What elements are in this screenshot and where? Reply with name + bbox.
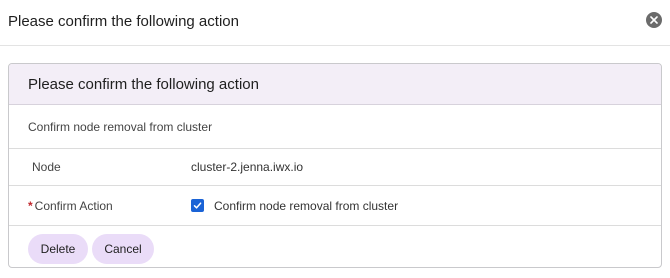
dialog-header: Please confirm the following action bbox=[0, 0, 670, 46]
close-icon bbox=[650, 16, 658, 24]
confirm-checkbox[interactable] bbox=[191, 199, 204, 212]
confirm-panel: Please confirm the following action Conf… bbox=[8, 63, 662, 268]
check-icon bbox=[193, 202, 202, 209]
confirm-action-row: * Confirm Action Confirm node removal fro… bbox=[9, 186, 661, 226]
delete-button[interactable]: Delete bbox=[28, 234, 88, 264]
cancel-button[interactable]: Cancel bbox=[92, 234, 154, 264]
confirm-action-label: * Confirm Action bbox=[28, 199, 113, 213]
panel-footer: Delete Cancel bbox=[9, 226, 661, 267]
panel-description: Confirm node removal from cluster bbox=[9, 105, 661, 149]
panel-title: Please confirm the following action bbox=[28, 76, 259, 93]
node-value: cluster-2.jenna.iwx.io bbox=[191, 160, 304, 174]
node-label: Node bbox=[32, 160, 61, 174]
dialog-title: Please confirm the following action bbox=[8, 13, 239, 30]
close-button[interactable] bbox=[646, 12, 662, 28]
panel-header: Please confirm the following action bbox=[9, 64, 661, 105]
confirm-checkbox-label[interactable]: Confirm node removal from cluster bbox=[214, 199, 398, 213]
node-row: Node cluster-2.jenna.iwx.io bbox=[9, 149, 661, 186]
required-marker: * bbox=[28, 199, 33, 213]
confirm-action-text: Confirm Action bbox=[34, 199, 113, 213]
